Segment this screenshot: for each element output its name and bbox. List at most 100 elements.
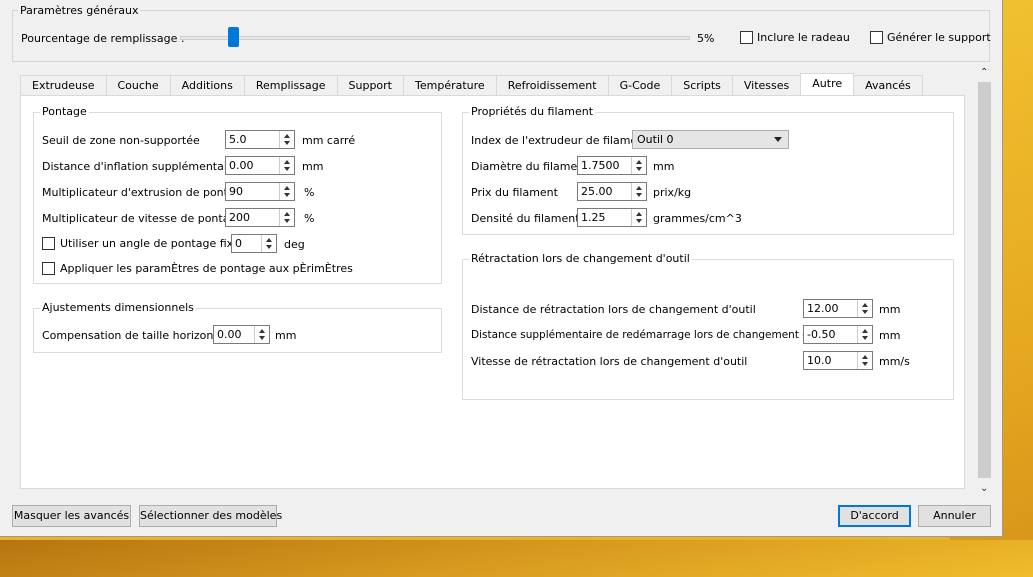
spin-down-icon[interactable] — [284, 219, 290, 223]
unit-label: mm carré — [302, 134, 356, 147]
retraction-row-label: Distance supplémentaire de redémarrage l… — [471, 329, 835, 341]
spin-up-icon[interactable] — [259, 329, 265, 333]
tab-gcode[interactable]: G-Code — [607, 75, 673, 96]
unit-label: mm — [302, 160, 324, 173]
tab-temperature[interactable]: Température — [403, 75, 497, 96]
scroll-up-icon[interactable]: ⌃ — [980, 67, 988, 78]
tab-couche[interactable]: Couche — [105, 75, 171, 96]
select-models-button[interactable]: Sélectionner des modèles — [139, 505, 282, 527]
spin-up-icon[interactable] — [284, 134, 290, 138]
inflation-distance-spinbox[interactable]: 0.00 — [225, 156, 295, 175]
filament-title: Propriétés du filament — [469, 105, 596, 119]
spin-up-icon[interactable] — [862, 355, 868, 359]
unit-label: mm — [653, 160, 675, 173]
retraction-speed-spinbox[interactable]: 10.0 — [803, 351, 873, 370]
spin-up-icon[interactable] — [636, 212, 642, 216]
hide-advanced-button[interactable]: Masquer les avancés — [12, 505, 131, 527]
unit-label: mm — [879, 329, 901, 342]
unit-label: % — [304, 186, 315, 199]
extruder-index-label: Index de l'extrudeur de filament — [471, 134, 649, 147]
spin-down-icon[interactable] — [284, 193, 290, 197]
spin-up-icon[interactable] — [284, 186, 290, 190]
spin-down-icon[interactable] — [259, 336, 265, 340]
settings-tab-bar: Extrudeuse Couche Additions Remplissage … — [20, 73, 923, 96]
unit-label: grammes/cm^3 — [653, 212, 742, 225]
filament-price-spinbox[interactable]: 25.00 — [577, 182, 647, 201]
unit-label: deg — [284, 238, 305, 251]
tab-avances[interactable]: Avancés — [853, 75, 923, 96]
spin-up-icon[interactable] — [862, 303, 868, 307]
tab-autre[interactable]: Autre — [800, 73, 855, 96]
toolchange-retraction-title: Rétractation lors de changement d'outil — [469, 252, 692, 266]
spin-up-icon[interactable] — [284, 160, 290, 164]
spin-down-icon[interactable] — [862, 336, 868, 340]
spin-down-icon[interactable] — [862, 362, 868, 366]
fixed-angle-checkbox[interactable] — [42, 237, 55, 250]
ok-button[interactable]: D'accord — [838, 505, 911, 527]
retraction-distance-spinbox[interactable]: 12.00 — [803, 299, 873, 318]
cancel-button[interactable]: Annuler — [918, 505, 991, 527]
settings-dialog: Paramètres généraux Pourcentage de rempl… — [0, 0, 1003, 537]
tab-refroidissement[interactable]: Refroidissement — [495, 75, 609, 96]
restart-extra-spinbox[interactable]: -0.50 — [803, 325, 873, 344]
spin-down-icon[interactable] — [284, 141, 290, 145]
tab-scripts[interactable]: Scripts — [671, 75, 733, 96]
spin-up-icon[interactable] — [862, 329, 868, 333]
spin-down-icon[interactable] — [862, 310, 868, 314]
unsupported-area-spinbox[interactable]: 5.0 — [225, 130, 295, 149]
scrollbar-thumb[interactable] — [978, 82, 991, 478]
filament-row-label: Diamètre du filament — [471, 160, 589, 173]
general-settings-title: Paramètres généraux — [18, 4, 141, 17]
extruder-index-dropdown[interactable]: Outil 0 — [632, 130, 789, 149]
horizontal-compensation-spinbox[interactable]: 0.00 — [213, 325, 270, 344]
fill-slider-thumb[interactable] — [227, 27, 239, 47]
fill-percentage-label: Pourcentage de remplissage : — [21, 32, 185, 45]
spin-down-icon[interactable] — [636, 219, 642, 223]
bridging-row-label: Distance d'inflation supplémentaire — [42, 160, 238, 173]
scroll-down-icon[interactable]: ⌄ — [980, 483, 988, 494]
tab-vitesses[interactable]: Vitesses — [731, 75, 802, 96]
spin-up-icon[interactable] — [284, 212, 290, 216]
unit-label: mm — [275, 329, 297, 342]
spin-down-icon[interactable] — [636, 193, 642, 197]
bridging-title: Pontage — [40, 105, 89, 119]
spin-up-icon[interactable] — [266, 238, 272, 242]
unit-label: mm/s — [879, 355, 910, 368]
raft-label: Inclure le radeau — [757, 31, 850, 44]
desktop-background-bottom — [0, 540, 1033, 577]
apply-to-perimeters-checkbox[interactable] — [42, 262, 55, 275]
filament-density-spinbox[interactable]: 1.25 — [577, 208, 647, 227]
raft-checkbox[interactable] — [740, 31, 753, 44]
bridge-speed-spinbox[interactable]: 200 — [225, 208, 295, 227]
horizontal-compensation-label: Compensation de taille horizontale — [42, 329, 235, 342]
tab-additions[interactable]: Additions — [169, 75, 245, 96]
chevron-down-icon — [774, 137, 782, 142]
fill-percentage-value: 5% — [697, 32, 715, 45]
filament-row-label: Densité du filament — [471, 212, 580, 225]
spin-up-icon[interactable] — [636, 186, 642, 190]
apply-to-perimeters-label: Appliquer les paramÈtres de pontage aux … — [60, 262, 353, 275]
tab-remplissage[interactable]: Remplissage — [243, 75, 338, 96]
spin-up-icon[interactable] — [636, 160, 642, 164]
filament-diameter-spinbox[interactable]: 1.7500 — [577, 156, 647, 175]
support-label: Générer le support — [887, 31, 991, 44]
tab-panel-autre: Pontage Seuil de zone non-supportée 5.0 … — [20, 95, 965, 489]
bridge-extrusion-spinbox[interactable]: 90 — [225, 182, 295, 201]
fixed-angle-spinbox[interactable]: 0 — [231, 234, 277, 253]
spin-down-icon[interactable] — [266, 245, 272, 249]
retraction-row-label: Distance de rétractation lors de changem… — [471, 303, 756, 316]
vertical-scrollbar[interactable]: ⌃ ⌄ — [976, 67, 993, 497]
fill-slider-track[interactable] — [180, 36, 690, 40]
filament-group: Propriétés du filament Index de l'extrud… — [462, 105, 954, 235]
bridging-group: Pontage Seuil de zone non-supportée 5.0 … — [33, 105, 442, 284]
dimensional-title: Ajustements dimensionnels — [40, 301, 196, 315]
spin-down-icon[interactable] — [284, 167, 290, 171]
unit-label: % — [304, 212, 315, 225]
tab-extrudeuse[interactable]: Extrudeuse — [20, 75, 107, 96]
retraction-row-label: Vitesse de rétractation lors de changeme… — [471, 355, 748, 368]
toolchange-retraction-group: Rétractation lors de changement d'outil … — [462, 252, 954, 400]
tab-support[interactable]: Support — [336, 75, 404, 96]
spin-down-icon[interactable] — [636, 167, 642, 171]
support-checkbox[interactable] — [870, 31, 883, 44]
bridging-row-label: Multiplicateur d'extrusion de pontage — [42, 186, 249, 199]
